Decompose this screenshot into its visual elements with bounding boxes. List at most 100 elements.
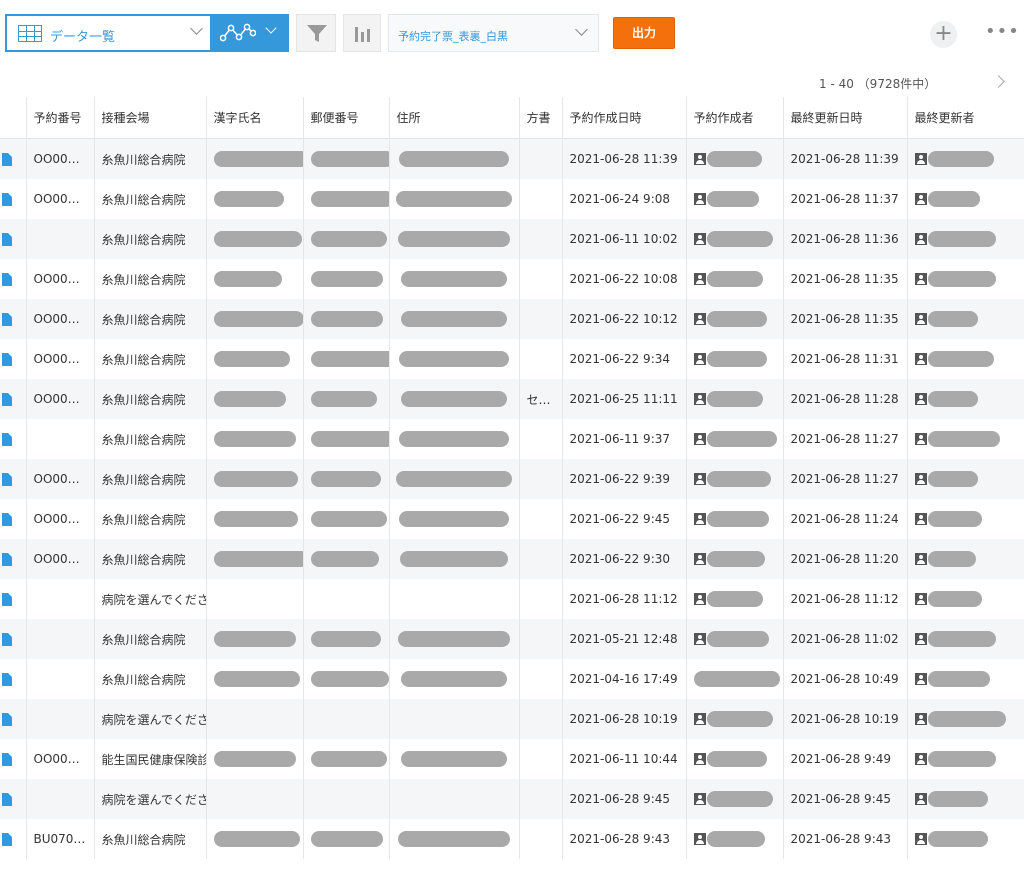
document-icon [2,513,12,526]
record-detail-link[interactable] [0,499,27,539]
reservation-number-cell: OO00… [26,459,95,499]
header-cell[interactable]: 住所 [389,97,520,139]
venue-cell: 糸魚川総合病院 [94,459,207,499]
venue-cell: 糸魚川総合病院 [94,259,207,299]
address-cell [389,499,520,539]
venue-cell: 糸魚川総合病院 [94,539,207,579]
postal-code-cell [303,259,390,299]
table-row[interactable]: OO00… 糸魚川総合病院 2021-06-22 9:30 2021-06-28 11… [0,539,1024,579]
redacted-value [401,311,507,327]
header-cell[interactable]: 最終更新日時 [783,97,908,139]
name-cell [206,659,304,699]
table-row[interactable]: OO00… 糸魚川総合病院 2021-06-22 9:34 2021-06-28 11… [0,339,1024,379]
header-cell[interactable]: 予約作成者 [686,97,784,139]
user-icon [693,153,706,165]
redacted-value [213,471,298,487]
header-cell[interactable]: 最終更新者 [907,97,1024,139]
table-row[interactable]: 糸魚川総合病院 2021-04-16 17:49 2021-06-28 10:49 [0,659,1024,699]
more-options-button[interactable]: ••• [985,22,1019,46]
record-detail-link[interactable] [0,299,27,339]
print-format-select[interactable]: 予約完了票_表裏_白黒 [388,14,599,52]
updated-at-cell: 2021-06-28 11:36 [783,219,908,259]
created-at-cell: 2021-06-22 9:30 [562,539,687,579]
redacted-value [927,791,988,807]
redacted-value [396,191,512,207]
chevron-down-icon [190,22,203,35]
user-icon [914,833,927,845]
table-row[interactable]: 病院を選んでくださ 2021-06-28 9:45 2021-06-28 9:45 [0,779,1024,819]
header-cell[interactable]: 予約番号 [26,97,95,139]
add-record-button[interactable]: + [930,21,957,48]
record-detail-link[interactable] [0,619,27,659]
user-icon [914,193,927,205]
redacted-value [310,751,387,767]
table-row[interactable]: BU070… 糸魚川総合病院 2021-06-28 9:43 2021-06-28 9… [0,819,1024,859]
reservation-number-cell: OO00… [26,339,95,379]
user-icon [914,553,927,565]
export-button[interactable]: 出力 [613,17,675,49]
updated-at-cell: 2021-06-28 10:19 [783,699,908,739]
record-detail-link[interactable] [0,539,27,579]
record-detail-link[interactable] [0,779,27,819]
record-detail-link[interactable] [0,339,27,379]
header-cell[interactable]: 方書 [519,97,563,139]
record-detail-link[interactable] [0,138,27,179]
table-row[interactable]: 病院を選んでくださ 2021-06-28 11:12 2021-06-28 11:1… [0,579,1024,619]
table-row[interactable]: OO00… 糸魚川総合病院 2021-06-22 10:12 2021-06-28 1… [0,299,1024,339]
katagaki-cell [519,579,563,619]
view-select-label: データ一覧 [50,30,116,45]
table-row[interactable]: OO00… 糸魚川総合病院 2021-06-22 9:39 2021-06-28 11… [0,459,1024,499]
record-detail-link[interactable] [0,419,27,459]
updater-cell [907,539,1024,579]
table-row[interactable]: 糸魚川総合病院 2021-05-21 12:48 2021-06-28 11:02 [0,619,1024,659]
header-cell[interactable]: 漢字氏名 [206,97,304,139]
table-row[interactable]: OO00… 能生国民健康保険診 2021-06-11 10:44 2021-06-28… [0,739,1024,779]
graph-bars-button[interactable] [343,14,381,52]
header-cell[interactable]: 郵便番号 [303,97,390,139]
table-row[interactable]: OO00… 糸魚川総合病院 2021-06-28 11:39 2021-06-28 1… [0,138,1024,179]
katagaki-cell [519,299,563,339]
user-icon [914,713,927,725]
record-detail-link[interactable] [0,459,27,499]
redacted-value [706,751,767,767]
redacted-value [310,311,383,327]
katagaki-cell [519,179,563,219]
redacted-value [706,151,762,167]
view-select[interactable]: データ一覧 [5,14,212,52]
updated-at-cell: 2021-06-28 11:27 [783,419,908,459]
table-row[interactable]: OO00… 糸魚川総合病院 2021-06-22 9:45 2021-06-28 11… [0,499,1024,539]
redacted-value [310,271,383,287]
graph-button[interactable] [212,14,289,52]
record-detail-link[interactable] [0,739,27,779]
record-detail-link[interactable] [0,259,27,299]
table-row[interactable]: 病院を選んでくださ 2021-06-28 10:19 2021-06-28 10:1… [0,699,1024,739]
address-cell [389,339,520,379]
record-detail-link[interactable] [0,219,27,259]
record-detail-link[interactable] [0,819,27,859]
creator-cell [686,379,784,419]
table-row[interactable]: OO00… 糸魚川総合病院 2021-06-22 10:08 2021-06-28 1… [0,259,1024,299]
record-detail-link[interactable] [0,699,27,739]
header-cell[interactable]: 予約作成日時 [562,97,687,139]
record-detail-link[interactable] [0,579,27,619]
table-row[interactable]: 糸魚川総合病院 2021-06-11 9:37 2021-06-28 11:27 [0,419,1024,459]
table-row[interactable]: 糸魚川総合病院 2021-06-11 10:02 2021-06-28 11:36 [0,219,1024,259]
record-detail-link[interactable] [0,179,27,219]
user-icon [914,153,927,165]
table-row[interactable]: OO00… 糸魚川総合病院 2021-06-24 9:08 2021-06-28 11… [0,179,1024,219]
user-icon [914,393,927,405]
postal-code-cell [303,779,390,819]
filter-button[interactable] [296,14,336,52]
table-row[interactable]: OO00… 糸魚川総合病院 セ… 2021-06-25 11:11 2021-06-28… [0,379,1024,419]
toolbar: データ一覧 予約完了票_表裏_白黒 出力 + ••• [0,0,1024,68]
record-detail-link[interactable] [0,659,27,699]
record-detail-link[interactable] [0,379,27,419]
filter-icon [307,25,327,42]
next-page-icon[interactable] [992,75,1005,88]
creator-cell [686,138,784,179]
created-at-cell: 2021-06-28 9:43 [562,819,687,859]
postal-code-cell [303,179,390,219]
updated-at-cell: 2021-06-28 9:49 [783,739,908,779]
address-cell [389,619,520,659]
header-cell[interactable]: 接種会場 [94,97,207,139]
